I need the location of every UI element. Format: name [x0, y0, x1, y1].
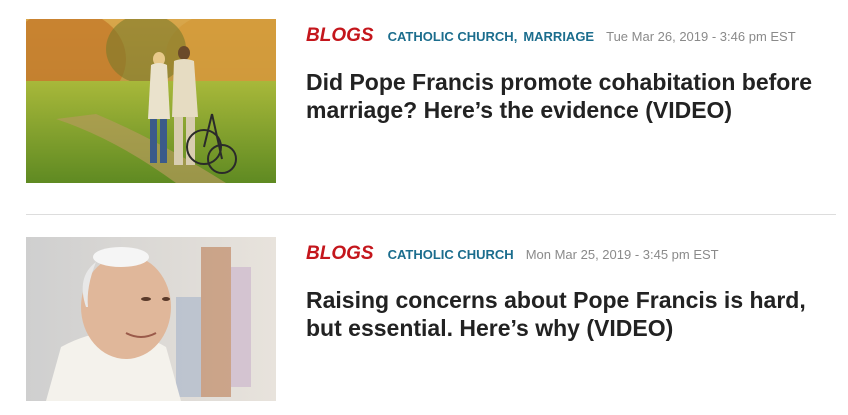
pope-photo-image	[26, 237, 276, 401]
article-card: BLOGS CATHOLIC CHURCH Mon Mar 25, 2019 -…	[26, 237, 836, 401]
article-card: BLOGS CATHOLIC CHURCH , MARRIAGE Tue Mar…	[26, 19, 836, 183]
category-link-blogs[interactable]: BLOGS	[306, 25, 374, 47]
article-date: Tue Mar 26, 2019 - 3:46 pm EST	[606, 29, 796, 44]
couple-photo-image	[26, 19, 276, 183]
tag-link-catholic-church[interactable]: CATHOLIC CHURCH	[388, 247, 514, 262]
article-thumbnail-pope-francis[interactable]	[26, 237, 276, 401]
tag-separator: ,	[513, 29, 518, 44]
category-link-blogs[interactable]: BLOGS	[306, 243, 374, 265]
article-headline-link[interactable]: Did Pope Francis promote cohabitation be…	[306, 68, 826, 124]
article-meta: BLOGS CATHOLIC CHURCH Mon Mar 25, 2019 -…	[306, 243, 719, 269]
article-date: Mon Mar 25, 2019 - 3:45 pm EST	[525, 247, 719, 262]
article-divider	[26, 214, 836, 215]
article-headline-link[interactable]: Raising concerns about Pope Francis is h…	[306, 286, 826, 342]
tag-link-marriage[interactable]: MARRIAGE	[523, 29, 594, 44]
tag-link-catholic-church[interactable]: CATHOLIC CHURCH	[388, 29, 514, 44]
article-thumbnail-couple-walking[interactable]	[26, 19, 276, 183]
article-meta: BLOGS CATHOLIC CHURCH , MARRIAGE Tue Mar…	[306, 25, 796, 51]
